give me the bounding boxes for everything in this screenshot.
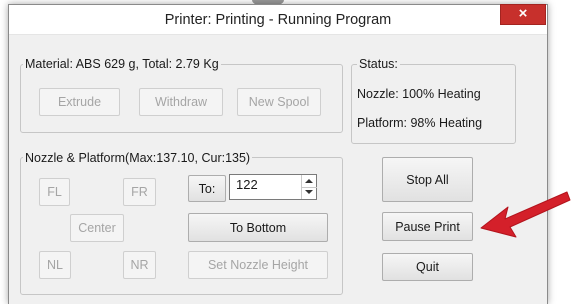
spinner-up-icon[interactable] xyxy=(305,179,313,183)
spinner-down-icon[interactable] xyxy=(305,190,313,194)
front-left-button[interactable]: FL xyxy=(39,178,70,206)
withdraw-button[interactable]: Withdraw xyxy=(139,88,223,116)
stop-all-button[interactable]: Stop All xyxy=(382,157,473,202)
front-right-button[interactable]: FR xyxy=(123,178,156,206)
spinner-divider xyxy=(302,187,317,188)
near-left-button[interactable]: NL xyxy=(39,251,71,279)
to-height-button[interactable]: To: xyxy=(188,175,226,202)
spinner-arrows xyxy=(301,175,317,199)
height-value: 122 xyxy=(236,177,258,192)
status-legend: Status: xyxy=(357,57,400,71)
to-bottom-button[interactable]: To Bottom xyxy=(188,213,328,242)
center-button[interactable]: Center xyxy=(70,214,124,242)
new-spool-button[interactable]: New Spool xyxy=(237,88,321,116)
close-button[interactable]: × xyxy=(500,4,546,25)
title-bar: Printer: Printing - Running Program × xyxy=(9,4,547,35)
near-right-button[interactable]: NR xyxy=(123,251,156,279)
platform-status: Platform: 98% Heating xyxy=(357,116,483,130)
red-arrow-annotation xyxy=(480,191,571,238)
material-legend: Material: ABS 629 g, Total: 2.79 Kg xyxy=(23,57,221,71)
set-nozzle-height-button[interactable]: Set Nozzle Height xyxy=(188,251,328,279)
quit-button[interactable]: Quit xyxy=(382,253,473,281)
extrude-button[interactable]: Extrude xyxy=(39,88,120,116)
nozzle-platform-legend: Nozzle & Platform(Max:137.10, Cur:135) xyxy=(23,151,253,165)
status-group xyxy=(351,64,516,144)
window-title: Printer: Printing - Running Program xyxy=(164,12,392,28)
height-spinner[interactable]: 122 xyxy=(229,174,317,200)
printer-dialog-window: Printer: Printing - Running Program × Ma… xyxy=(8,4,548,304)
pause-print-button[interactable]: Pause Print xyxy=(382,212,473,241)
close-icon: × xyxy=(518,5,528,22)
nozzle-status: Nozzle: 100% Heating xyxy=(357,87,481,101)
